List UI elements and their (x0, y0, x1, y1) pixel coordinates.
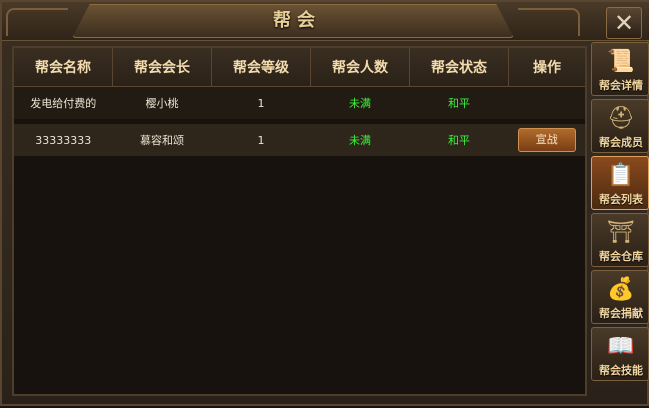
guild-name: 发电给付费的 (14, 86, 113, 119)
guild-sidebar: 📜 帮会详情 ⛑ 帮会成员 📋 帮会列表 ⛩ 帮会仓库 💰 帮会捐献 📖 帮会技… (591, 40, 649, 408)
list-scroll-icon: 📋 (607, 162, 635, 188)
column-header-leader: 帮会会长 (112, 48, 212, 87)
window-title: 帮会 (273, 10, 321, 31)
sidebar-item-guild-donate[interactable]: 💰 帮会捐献 (591, 270, 649, 324)
column-header-name: 帮会名称 (14, 48, 113, 87)
guild-status: 和平 (409, 86, 509, 119)
guild-list-panel: 帮会名称 帮会会长 帮会等级 帮会人数 帮会状态 操作 发电给付费的 樱小桃 1… (12, 46, 587, 396)
close-button[interactable]: ✕ (606, 7, 642, 39)
sidebar-item-label: 帮会列表 (599, 193, 643, 206)
sidebar-item-label: 帮会仓库 (599, 250, 643, 263)
guild-status: 和平 (409, 124, 509, 156)
skill-book-icon: 📖 (607, 333, 635, 359)
guild-members: 未满 (310, 124, 410, 156)
guild-members: 未满 (310, 86, 410, 119)
sidebar-item-guild-list[interactable]: 📋 帮会列表 (591, 156, 649, 210)
sidebar-item-guild-members[interactable]: ⛑ 帮会成员 (591, 99, 649, 153)
column-header-action: 操作 (508, 48, 585, 87)
close-icon: ✕ (613, 9, 635, 37)
sidebar-item-label: 帮会捐献 (599, 307, 643, 320)
column-header-status: 帮会状态 (409, 48, 509, 87)
scroll-icon: 📜 (607, 48, 635, 74)
title-bar: 帮会 ✕ (2, 2, 649, 41)
sidebar-item-label: 帮会成员 (599, 136, 643, 149)
guild-level: 1 (211, 86, 311, 119)
guild-level: 1 (211, 124, 311, 156)
guild-window: 帮会 ✕ 帮会名称 帮会会长 帮会等级 帮会人数 帮会状态 操作 发电给付费的 … (0, 0, 649, 406)
helmet-icon: ⛑ (607, 105, 635, 131)
sidebar-item-guild-warehouse[interactable]: ⛩ 帮会仓库 (591, 213, 649, 267)
guild-action: 宣战 (508, 124, 585, 156)
table-row[interactable]: 33333333 慕容和颂 1 未满 和平 宣战 (14, 124, 585, 156)
guild-leader: 慕容和颂 (112, 124, 212, 156)
sidebar-item-label: 帮会详情 (599, 79, 643, 92)
column-header-members: 帮会人数 (310, 48, 410, 87)
sidebar-item-label: 帮会技能 (599, 364, 643, 377)
warehouse-icon: ⛩ (607, 219, 635, 245)
guild-table: 帮会名称 帮会会长 帮会等级 帮会人数 帮会状态 操作 发电给付费的 樱小桃 1… (14, 48, 585, 156)
column-header-level: 帮会等级 (211, 48, 311, 87)
declare-war-button[interactable]: 宣战 (517, 128, 576, 152)
donate-icon: 💰 (607, 276, 635, 302)
guild-leader: 樱小桃 (112, 86, 212, 119)
guild-name: 33333333 (14, 124, 113, 156)
sidebar-item-guild-skills[interactable]: 📖 帮会技能 (591, 327, 649, 381)
sidebar-item-guild-details[interactable]: 📜 帮会详情 (591, 42, 649, 96)
table-header-row: 帮会名称 帮会会长 帮会等级 帮会人数 帮会状态 操作 (14, 48, 585, 87)
table-row[interactable]: 发电给付费的 樱小桃 1 未满 和平 (14, 86, 585, 119)
guild-action-empty (508, 86, 585, 119)
